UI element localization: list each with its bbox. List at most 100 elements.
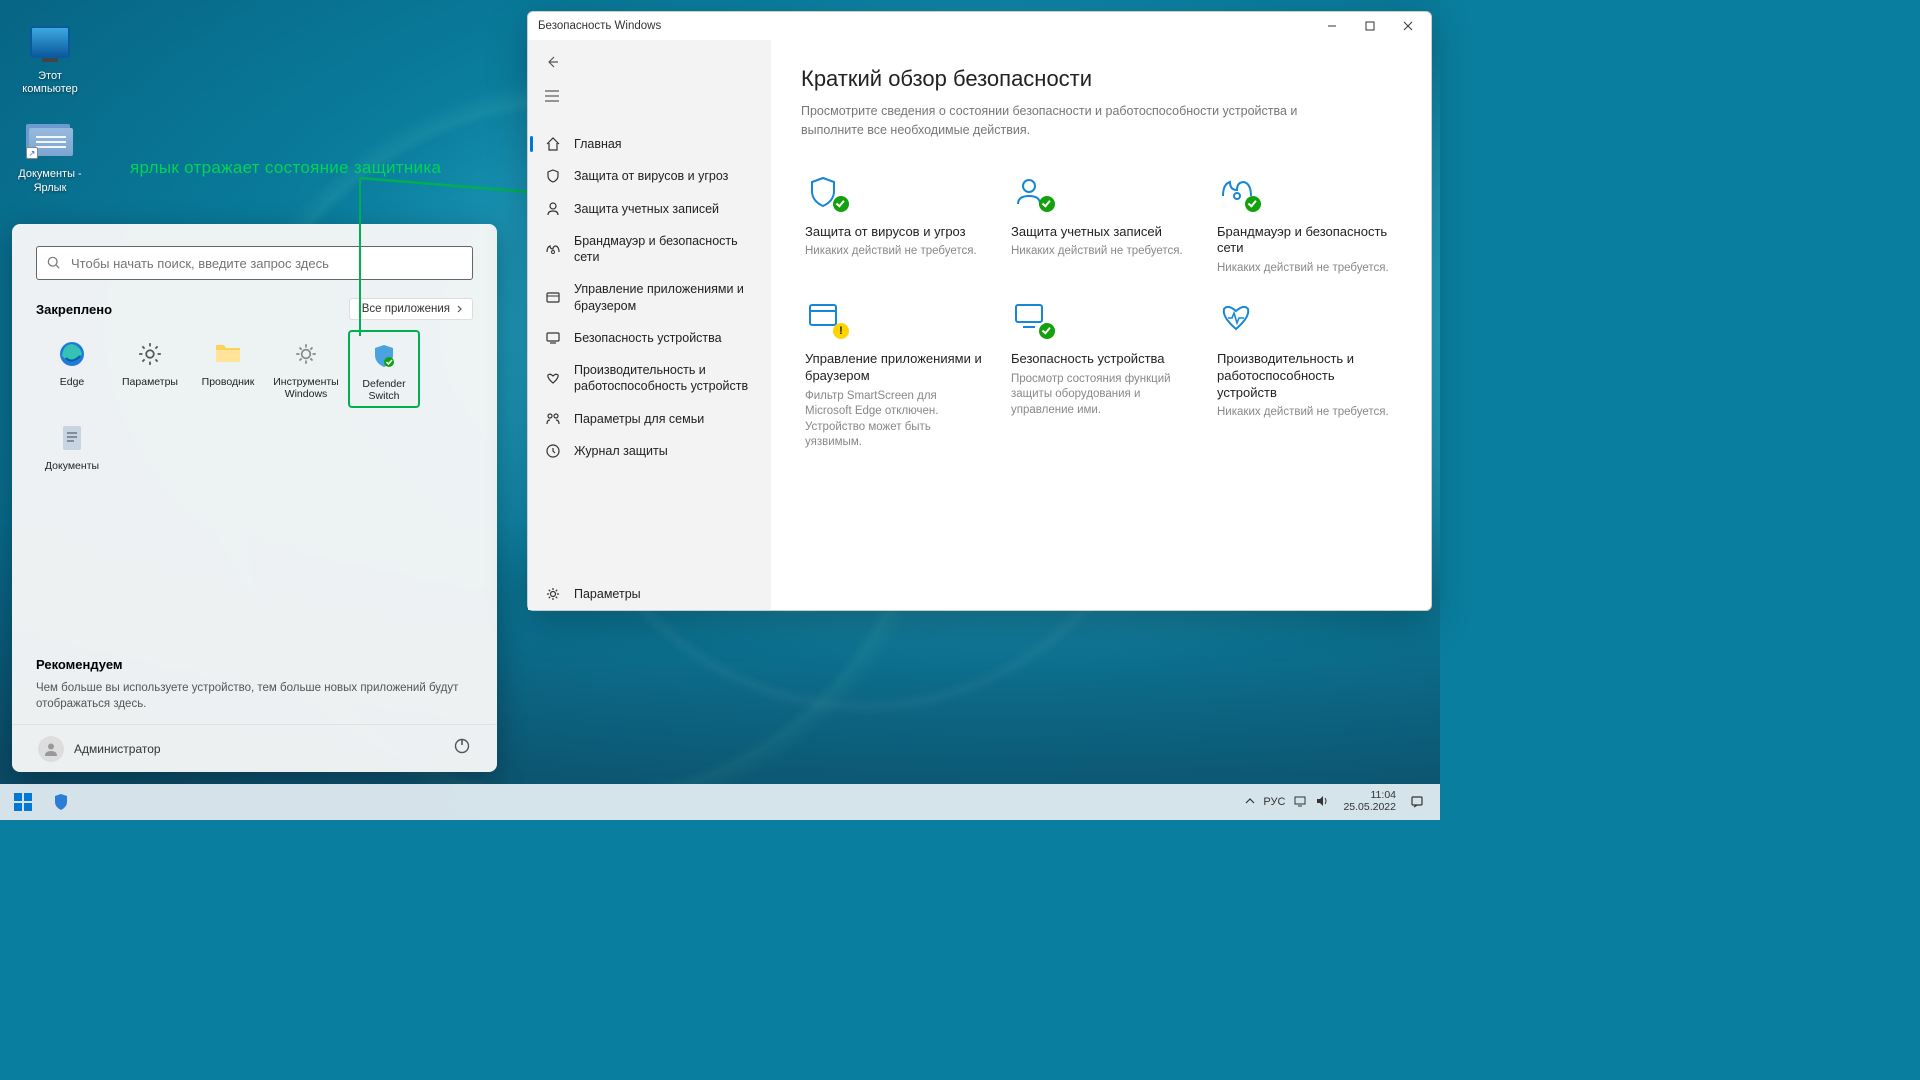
shortcut-overlay-icon: ↗	[26, 147, 38, 159]
nav-firewall[interactable]: Брандмауэр и безопасность сети	[528, 225, 771, 274]
nav-home[interactable]: Главная	[528, 128, 771, 160]
status-ok-icon	[1039, 196, 1055, 212]
chevron-right-icon	[456, 305, 464, 313]
volume-icon[interactable]	[1315, 795, 1329, 810]
page-title: Краткий обзор безопасности	[801, 66, 1401, 92]
network-icon[interactable]	[1293, 795, 1307, 810]
nav-item-label: Главная	[574, 136, 622, 152]
back-button[interactable]	[532, 46, 572, 78]
this-pc-label: Этот компьютер	[10, 70, 90, 96]
card-subtitle: Никаких действий не требуется.	[1217, 405, 1397, 421]
card-subtitle: Никаких действий не требуется.	[1011, 244, 1191, 260]
all-apps-label: Все приложения	[362, 303, 450, 315]
nav-performance[interactable]: Производительность и работоспособность у…	[528, 354, 771, 403]
account-icon	[544, 201, 562, 217]
firewall-icon	[544, 242, 562, 256]
user-name: Администратор	[74, 742, 161, 756]
nav-app-browser[interactable]: Управление приложениями и браузером	[528, 273, 771, 322]
close-button[interactable]	[1389, 13, 1427, 39]
this-pc-icon[interactable]: Этот компьютер	[10, 18, 90, 96]
minimize-button[interactable]	[1313, 13, 1351, 39]
documents-shortcut-icon[interactable]: ↗ Документы - Ярлык	[10, 116, 90, 194]
security-card[interactable]: Защита от вирусов и угрозНикаких действи…	[801, 170, 989, 281]
search-box[interactable]	[36, 246, 473, 280]
card-subtitle: Просмотр состояния функций защиты оборуд…	[1011, 372, 1191, 419]
hamburger-button[interactable]	[532, 80, 572, 112]
gear-icon	[137, 341, 163, 367]
card-icon	[1217, 174, 1257, 210]
power-icon	[453, 737, 471, 755]
nav-item-label: Защита учетных записей	[574, 201, 719, 217]
security-card[interactable]: Безопасность устройстваПросмотр состояни…	[1007, 297, 1195, 455]
pinned-grid: Edge Параметры Проводник Инструменты Win…	[36, 330, 473, 492]
pinned-edge[interactable]: Edge	[36, 330, 108, 408]
nav-item-label: Производительность и работоспособность у…	[574, 362, 761, 395]
user-account-button[interactable]: Администратор	[38, 736, 161, 762]
pinned-item-label: Edge	[60, 376, 85, 388]
nav-item-label: Брандмауэр и безопасность сети	[574, 233, 761, 266]
taskbar-defender[interactable]	[46, 787, 76, 817]
back-arrow-icon	[544, 54, 560, 70]
card-title: Защита учетных записей	[1011, 224, 1191, 241]
nav-item-label: Управление приложениями и браузером	[574, 281, 761, 314]
maximize-button[interactable]	[1351, 13, 1389, 39]
security-card[interactable]: Брандмауэр и безопасность сети Никаких де…	[1213, 170, 1401, 281]
status-ok-icon	[1039, 323, 1055, 339]
security-card[interactable]: Производительность и работоспособность у…	[1213, 297, 1401, 455]
card-subtitle: Фильтр SmartScreen для Microsoft Edge от…	[805, 389, 985, 451]
notifications-button[interactable]	[1402, 787, 1432, 817]
pinned-defender-switch[interactable]: Defender Switch	[348, 330, 420, 408]
all-apps-button[interactable]: Все приложения	[349, 298, 473, 320]
window-titlebar[interactable]: Безопасность Windows	[528, 12, 1431, 40]
tray-chevron-up-icon[interactable]	[1245, 796, 1255, 808]
heart-pulse-icon	[544, 371, 562, 385]
pinned-item-label: Defender Switch	[350, 378, 418, 402]
pinned-settings[interactable]: Параметры	[114, 330, 186, 408]
clock-date: 25.05.2022	[1343, 802, 1396, 814]
nav-item-label: Параметры для семьи	[574, 411, 704, 427]
pinned-explorer[interactable]: Проводник	[192, 330, 264, 408]
nav-settings[interactable]: Параметры	[528, 578, 771, 610]
pinned-item-label: Инструменты Windows	[270, 376, 342, 400]
status-ok-icon	[1245, 196, 1261, 212]
pinned-item-label: Документы	[45, 460, 99, 472]
taskbar-clock[interactable]: 11:04 25.05.2022	[1343, 790, 1396, 813]
security-card[interactable]: Защита учетных записей Никаких действий н…	[1007, 170, 1195, 281]
card-subtitle: Никаких действий не требуется.	[805, 244, 985, 260]
pinned-windows-tools[interactable]: Инструменты Windows	[270, 330, 342, 408]
power-button[interactable]	[453, 737, 471, 760]
card-title: Управление приложениями и браузером	[805, 351, 985, 385]
tools-icon	[293, 341, 319, 367]
hamburger-icon	[544, 90, 560, 102]
nav-protection-history[interactable]: Журнал защиты	[528, 435, 771, 467]
security-card[interactable]: Управление приложениями и браузером Фильт…	[801, 297, 989, 455]
page-subtitle: Просмотрите сведения о состоянии безопас…	[801, 102, 1321, 140]
start-button[interactable]	[8, 787, 38, 817]
card-title: Производительность и работоспособность у…	[1217, 351, 1397, 402]
card-subtitle: Никаких действий не требуется.	[1217, 261, 1397, 277]
security-main: Краткий обзор безопасности Просмотрите с…	[771, 40, 1431, 610]
pinned-documents[interactable]: Документы	[36, 414, 108, 492]
card-icon	[805, 174, 845, 210]
language-indicator[interactable]: РУС	[1263, 796, 1285, 808]
recommended-text: Чем больше вы используете устройство, те…	[36, 680, 473, 712]
nav-family[interactable]: Параметры для семьи	[528, 403, 771, 435]
shield-icon	[544, 168, 562, 184]
desktop-icons: Этот компьютер ↗ Документы - Ярлык	[10, 18, 90, 195]
start-menu: Закреплено Все приложения Edge Параметры…	[12, 224, 497, 772]
device-icon	[544, 331, 562, 345]
nav-virus-threat[interactable]: Защита от вирусов и угроз	[528, 160, 771, 192]
gear-icon	[544, 586, 562, 602]
status-ok-icon	[833, 196, 849, 212]
nav-device-security[interactable]: Безопасность устройства	[528, 322, 771, 354]
folder-icon	[214, 342, 242, 366]
nav-account-protection[interactable]: Защита учетных записей	[528, 193, 771, 225]
nav-item-label: Защита от вирусов и угроз	[574, 168, 728, 184]
avatar-icon	[38, 736, 64, 762]
search-input[interactable]	[71, 256, 462, 271]
card-icon	[805, 301, 845, 337]
card-icon	[1011, 301, 1051, 337]
card-title: Брандмауэр и безопасность сети	[1217, 224, 1397, 258]
nav-item-label: Журнал защиты	[574, 443, 668, 459]
taskbar: РУС 11:04 25.05.2022	[0, 784, 1440, 820]
